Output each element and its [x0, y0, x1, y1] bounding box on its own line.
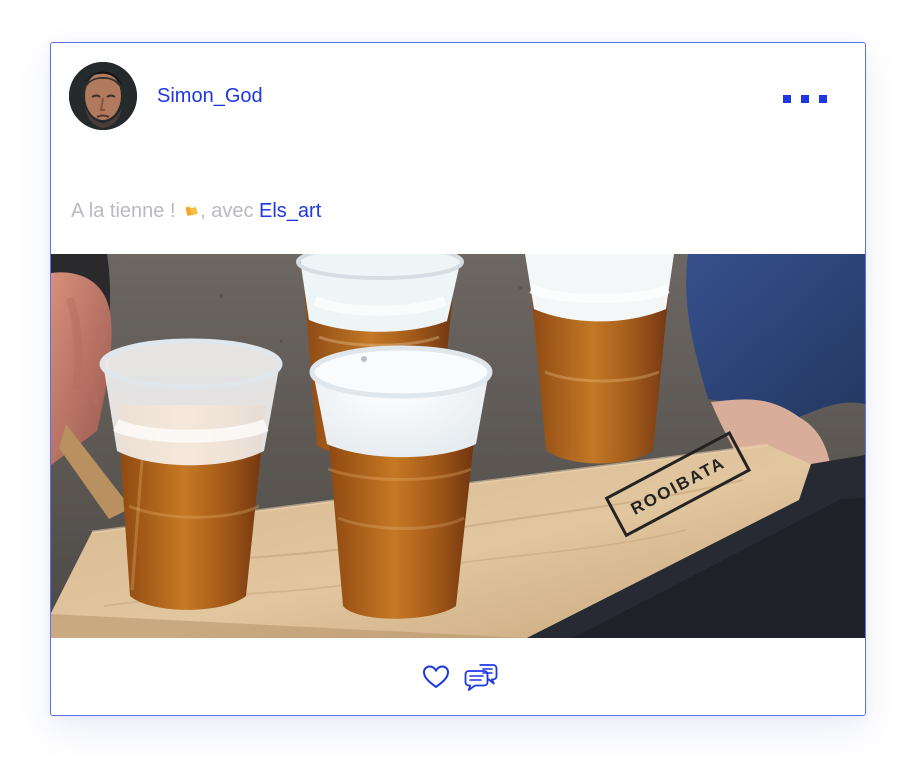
- comment-button[interactable]: [464, 660, 498, 694]
- heart-outline-icon: [422, 664, 449, 688]
- more-options-button[interactable]: [783, 91, 827, 107]
- post-card: Simon_God A la tienne ! , avec Els_art R…: [50, 42, 866, 716]
- more-options-icon: [783, 95, 791, 103]
- author-avatar[interactable]: [69, 62, 137, 130]
- post-header: Simon_God: [51, 43, 865, 153]
- caption-connector: , avec: [200, 200, 259, 222]
- post-actions: [51, 638, 865, 715]
- beer-cup-back-right: [525, 254, 674, 464]
- post-photo[interactable]: ROOIBATA: [51, 254, 865, 638]
- page-background: Simon_God A la tienne ! , avec Els_art R…: [0, 0, 917, 774]
- more-options-icon-dot: [819, 95, 827, 103]
- like-button[interactable]: [419, 660, 453, 694]
- tagged-user-link[interactable]: Els_art: [259, 200, 321, 222]
- more-options-icon-dot: [801, 95, 809, 103]
- chat-bubbles-icon: [464, 663, 497, 691]
- beer-mugs-icon: [185, 204, 198, 216]
- author-username[interactable]: Simon_God: [157, 83, 263, 109]
- caption-text: A la tienne !: [71, 200, 182, 222]
- post-caption: A la tienne ! , avec Els_art: [71, 198, 321, 224]
